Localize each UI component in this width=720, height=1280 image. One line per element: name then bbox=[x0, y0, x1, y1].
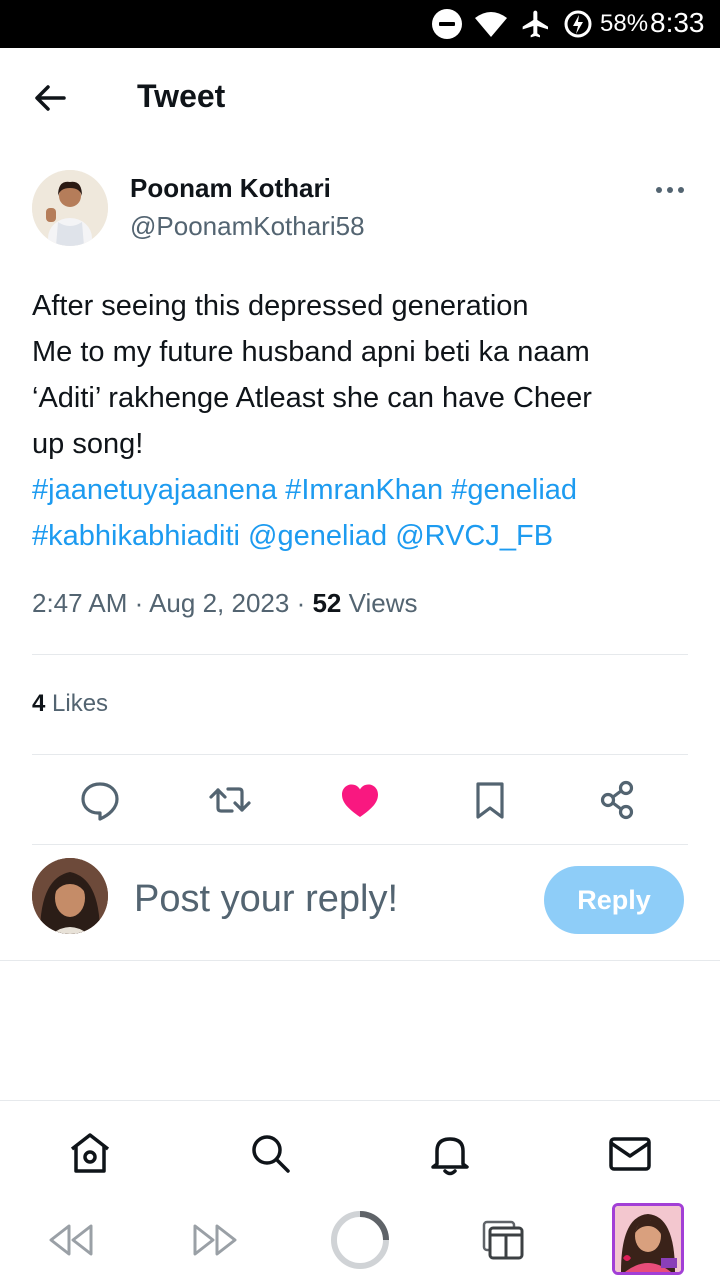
bookmark-action-button[interactable] bbox=[466, 776, 514, 824]
hashtag-link[interactable]: #ImranKhan bbox=[285, 474, 443, 506]
header: Tweet bbox=[0, 48, 720, 148]
bell-icon bbox=[431, 1137, 469, 1176]
nav-messages[interactable] bbox=[606, 1129, 654, 1177]
reply-input[interactable] bbox=[134, 872, 524, 926]
nav-home[interactable] bbox=[66, 1129, 114, 1177]
clock: 8:33 bbox=[650, 7, 705, 38]
nav-search[interactable] bbox=[246, 1129, 294, 1177]
likes-count: 4 bbox=[32, 690, 46, 717]
divider bbox=[32, 844, 688, 845]
share-action-button[interactable] bbox=[594, 776, 642, 824]
tweet-time: 2:47 AM bbox=[32, 588, 128, 618]
divider bbox=[32, 654, 688, 655]
dnd-icon bbox=[432, 9, 462, 39]
divider bbox=[0, 960, 720, 961]
tweet-links-line: #jaanetuyajaanena #ImranKhan #geneliad bbox=[32, 467, 692, 513]
more-dots-icon bbox=[656, 187, 684, 193]
tweet-date: Aug 2, 2023 bbox=[149, 588, 290, 618]
tweet-text-line: After seeing this depressed generation bbox=[32, 290, 529, 322]
bookmark-icon bbox=[476, 782, 504, 819]
mention-link[interactable]: @geneliad bbox=[248, 520, 387, 552]
reply-action-button[interactable] bbox=[76, 776, 124, 824]
tweet-meta: 2:47 AM · Aug 2, 2023 · 52 Views bbox=[32, 588, 418, 619]
reply-button[interactable]: Reply bbox=[544, 866, 684, 934]
airplane-icon bbox=[520, 8, 552, 45]
divider bbox=[32, 754, 688, 755]
battery-percent: 58% bbox=[600, 10, 649, 37]
tab-thumbnail[interactable] bbox=[612, 1203, 684, 1275]
comment-icon bbox=[81, 782, 119, 821]
browser-tabs-button[interactable] bbox=[474, 1210, 534, 1270]
browser-loading-button[interactable] bbox=[330, 1210, 390, 1270]
tweet-text: After seeing this depressed generation M… bbox=[32, 283, 692, 559]
author-handle[interactable]: @PoonamKothari58 bbox=[130, 211, 365, 242]
wifi-icon bbox=[474, 10, 508, 43]
like-action-button[interactable] bbox=[336, 776, 384, 824]
retweet-action-button[interactable] bbox=[206, 776, 254, 824]
likes-label: Likes bbox=[52, 690, 109, 717]
loading-icon bbox=[331, 1211, 389, 1269]
back-button[interactable] bbox=[30, 78, 70, 118]
battery-saver-icon bbox=[563, 9, 593, 44]
meta-separator: · bbox=[134, 588, 150, 618]
mention-link[interactable]: @RVCJ_FB bbox=[395, 520, 553, 552]
heart-filled-icon bbox=[342, 784, 378, 817]
browser-forward-button[interactable] bbox=[186, 1210, 246, 1270]
rewind-icon bbox=[49, 1224, 93, 1256]
share-icon bbox=[600, 780, 634, 820]
current-user-avatar bbox=[32, 858, 108, 934]
tweet-text-line: ‘Aditi’ rakhenge Atleast she can have Ch… bbox=[32, 382, 592, 414]
tabs-icon bbox=[482, 1220, 524, 1260]
meta-separator: · bbox=[296, 588, 313, 618]
arrow-left-icon bbox=[35, 85, 66, 111]
search-icon bbox=[252, 1135, 290, 1173]
tweet-text-line: Me to my future husband apni beti ka naa… bbox=[32, 336, 590, 368]
retweet-icon bbox=[209, 787, 251, 813]
tweet-links-line: #kabhikabhiaditi @geneliad @RVCJ_FB bbox=[32, 513, 692, 559]
author-avatar[interactable] bbox=[32, 170, 108, 246]
tweet-text-line: up song! bbox=[32, 428, 144, 460]
home-icon bbox=[70, 1133, 110, 1173]
fast-forward-icon bbox=[193, 1224, 237, 1256]
envelope-icon bbox=[609, 1137, 651, 1171]
more-options-button[interactable] bbox=[650, 178, 690, 202]
hashtag-link[interactable]: #jaanetuyajaanena bbox=[32, 474, 277, 506]
likes-summary[interactable]: 4 Likes bbox=[32, 690, 108, 718]
browser-back-button[interactable] bbox=[40, 1210, 100, 1270]
views-count: 52 bbox=[312, 588, 342, 618]
status-bar: 58% 8:33 bbox=[0, 0, 720, 48]
bottom-nav bbox=[0, 1100, 720, 1200]
hashtag-link[interactable]: #kabhikabhiaditi bbox=[32, 520, 240, 552]
nav-notifications[interactable] bbox=[426, 1129, 474, 1177]
views-label: Views bbox=[348, 588, 418, 618]
hashtag-link[interactable]: #geneliad bbox=[451, 474, 577, 506]
author-name[interactable]: Poonam Kothari bbox=[130, 173, 331, 204]
page-title: Tweet bbox=[137, 78, 226, 114]
